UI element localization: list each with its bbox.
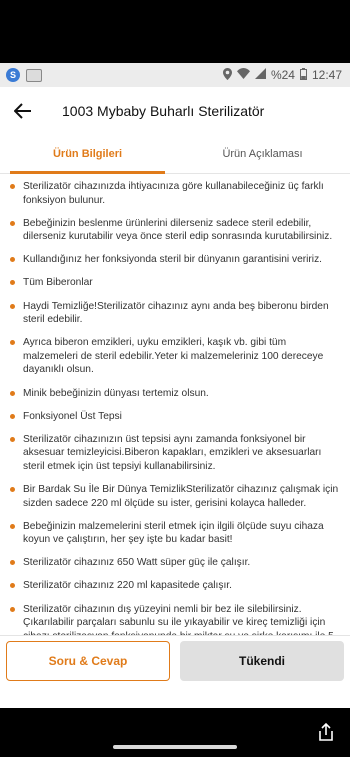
sold-out-button[interactable]: Tükendi (180, 640, 344, 681)
list-item: Sterilizatör cihazınız 220 ml kapasitede… (10, 579, 340, 593)
battery-percent: %24 (270, 68, 295, 82)
status-bar-right: %24 12:47 (222, 67, 350, 83)
tab-product-info[interactable]: Ürün Bilgileri (0, 135, 175, 174)
system-bottom-bar (0, 708, 350, 757)
list-item: Sterilizatör cihazınızda ihtiyacınıza gö… (10, 180, 340, 207)
list-item: Bebeğinizin beslenme ürünlerini dilersen… (10, 217, 340, 244)
page-title: 1003 Mybaby Buharlı Sterilizatör (62, 103, 265, 119)
status-bar: S %24 12:47 (0, 63, 350, 87)
list-item: Sterilizatör cihazınızın üst tepsisi ayn… (10, 433, 340, 474)
list-item: Kullandığınız her fonksiyonda steril bir… (10, 253, 340, 267)
tab-bar: Ürün Bilgileri Ürün Açıklaması (0, 135, 350, 174)
list-item: Fonksiyonel Üst Tepsi (10, 410, 340, 424)
list-item: Bebeğinizin malzemelerini steril etmek i… (10, 520, 340, 547)
status-bar-left: S (0, 68, 42, 82)
list-item: Minik bebeğinizin dünyası tertemiz olsun… (10, 387, 340, 401)
tab-product-description[interactable]: Ürün Açıklaması (175, 135, 350, 173)
product-screen: 1003 Mybaby Buharlı Sterilizatör Ürün Bi… (0, 87, 350, 708)
signal-icon (254, 68, 266, 82)
list-item: Haydi Temizliğe!Sterilizatör cihazınız a… (10, 300, 340, 327)
location-icon (222, 67, 232, 83)
action-bar: Soru & Cevap Tükendi (0, 635, 350, 685)
list-item: Tüm Biberonlar (10, 276, 340, 290)
arrow-left-icon[interactable] (14, 101, 34, 121)
image-notification-icon (26, 68, 42, 82)
share-icon[interactable] (316, 722, 336, 742)
app-header: 1003 Mybaby Buharlı Sterilizatör (0, 87, 350, 135)
ask-question-button[interactable]: Soru & Cevap (6, 640, 170, 681)
home-indicator[interactable] (113, 745, 237, 749)
list-item: Sterilizatör cihazınız 650 Watt süper gü… (10, 556, 340, 570)
battery-icon (299, 67, 307, 83)
list-item: Ayrıca biberon emzikleri, uyku emzikleri… (10, 336, 340, 377)
wifi-icon (236, 68, 250, 82)
product-info-list: Sterilizatör cihazınızda ihtiyacınıza gö… (0, 174, 350, 657)
list-item: Bir Bardak Su İle Bir Dünya TemizlikSter… (10, 483, 340, 510)
clock: 12:47 (311, 68, 342, 82)
app-notification-icon: S (6, 68, 20, 82)
